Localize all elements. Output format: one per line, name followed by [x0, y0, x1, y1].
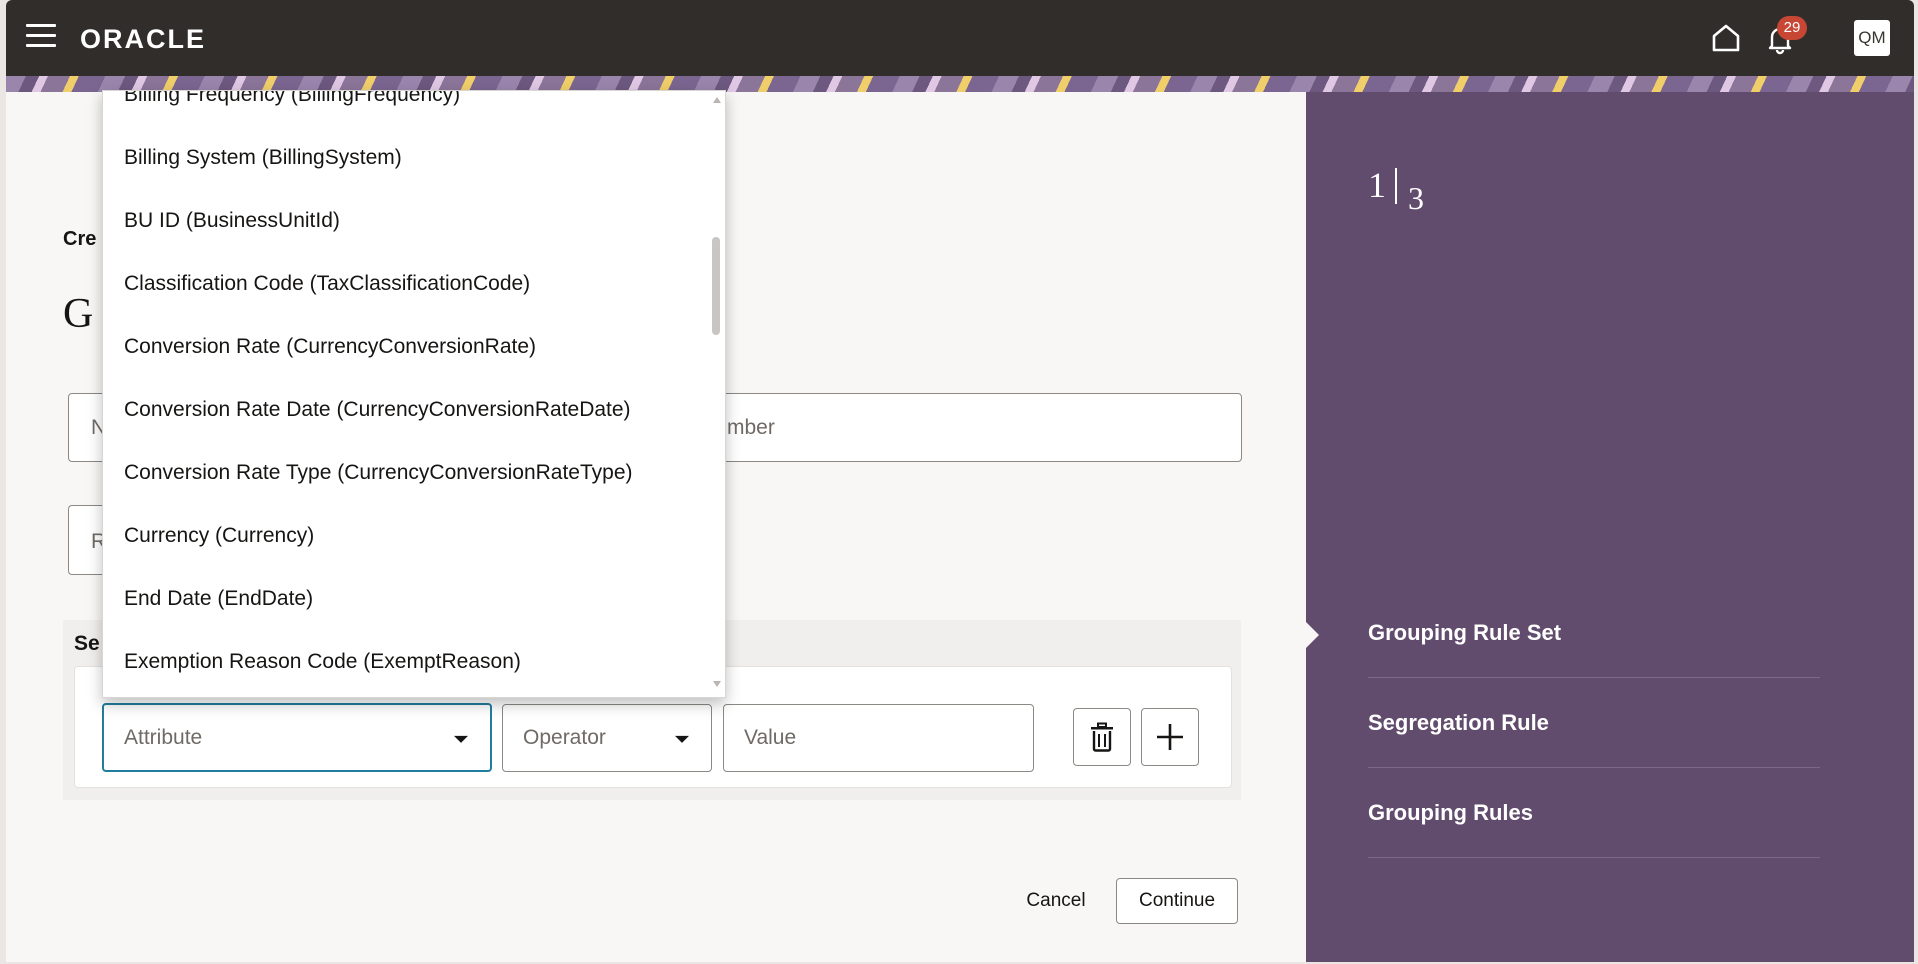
dropdown-option[interactable]: Classification Code (TaxClassificationCo… — [103, 252, 703, 315]
train-step-segregation-rule[interactable]: Segregation Rule — [1368, 678, 1820, 768]
step-divider — [1395, 168, 1397, 204]
current-step-pointer — [1306, 622, 1319, 648]
value-placeholder: Value — [744, 726, 797, 749]
train-step-grouping-rules[interactable]: Grouping Rules — [1368, 768, 1820, 858]
attribute-select[interactable]: Attribute — [102, 703, 492, 772]
home-icon[interactable] — [1708, 20, 1744, 56]
cancel-button[interactable]: Cancel — [1006, 878, 1106, 924]
dropdown-option[interactable]: End Date (EndDate) — [103, 567, 703, 630]
current-step: 1 — [1368, 165, 1386, 205]
page-title: G — [63, 291, 94, 337]
dropdown-option[interactable]: Currency (Currency) — [103, 504, 703, 567]
scroll-up-icon[interactable] — [713, 97, 721, 103]
chevron-down-icon — [454, 735, 468, 743]
segregation-title: Se — [74, 632, 100, 655]
breadcrumb[interactable]: Cre — [63, 228, 96, 251]
chevron-down-icon — [675, 735, 689, 743]
dropdown-scrollbar[interactable] — [709, 91, 725, 697]
notification-badge: 29 — [1777, 16, 1807, 40]
dropdown-option[interactable]: Conversion Rate (CurrencyConversionRate) — [103, 315, 703, 378]
add-condition-button[interactable] — [1141, 708, 1199, 766]
train-step-grouping-rule-set[interactable]: Grouping Rule Set — [1368, 588, 1820, 678]
step-label: Grouping Rule Set — [1368, 619, 1562, 645]
delete-condition-button[interactable] — [1073, 708, 1131, 766]
operator-select[interactable]: Operator — [502, 704, 712, 772]
total-steps: 3 — [1408, 180, 1424, 216]
dropdown-option[interactable]: Billing System (BillingSystem) — [103, 126, 703, 189]
step-label: Segregation Rule — [1368, 709, 1549, 735]
operator-placeholder: Operator — [523, 726, 606, 749]
step-label: Grouping Rules — [1368, 799, 1533, 825]
number-field-placeholder: mber — [727, 416, 775, 439]
oracle-logo: ORACLE — [80, 24, 206, 54]
attribute-dropdown-list[interactable]: Billing Frequency (BillingFrequency) Bil… — [102, 90, 726, 698]
continue-button[interactable]: Continue — [1116, 878, 1238, 924]
dropdown-option[interactable]: Conversion Rate Type (CurrencyConversion… — [103, 441, 703, 504]
plus-icon — [1157, 724, 1183, 750]
attribute-placeholder: Attribute — [124, 725, 203, 749]
dropdown-option[interactable]: Exemption Reason Code (ExemptReason) — [103, 630, 703, 693]
trash-icon — [1091, 722, 1113, 752]
dropdown-option[interactable]: Billing Frequency (BillingFrequency) — [103, 91, 703, 126]
dropdown-option[interactable]: Conversion Rate Date (CurrencyConversion… — [103, 378, 703, 441]
global-header — [6, 0, 1914, 76]
user-avatar[interactable]: QM — [1854, 20, 1890, 56]
value-input[interactable]: Value — [723, 704, 1034, 772]
hamburger-menu-icon[interactable] — [26, 24, 56, 50]
scrollbar-thumb[interactable] — [712, 237, 720, 335]
scroll-down-icon[interactable] — [713, 681, 721, 687]
dropdown-option[interactable]: BU ID (BusinessUnitId) — [103, 189, 703, 252]
